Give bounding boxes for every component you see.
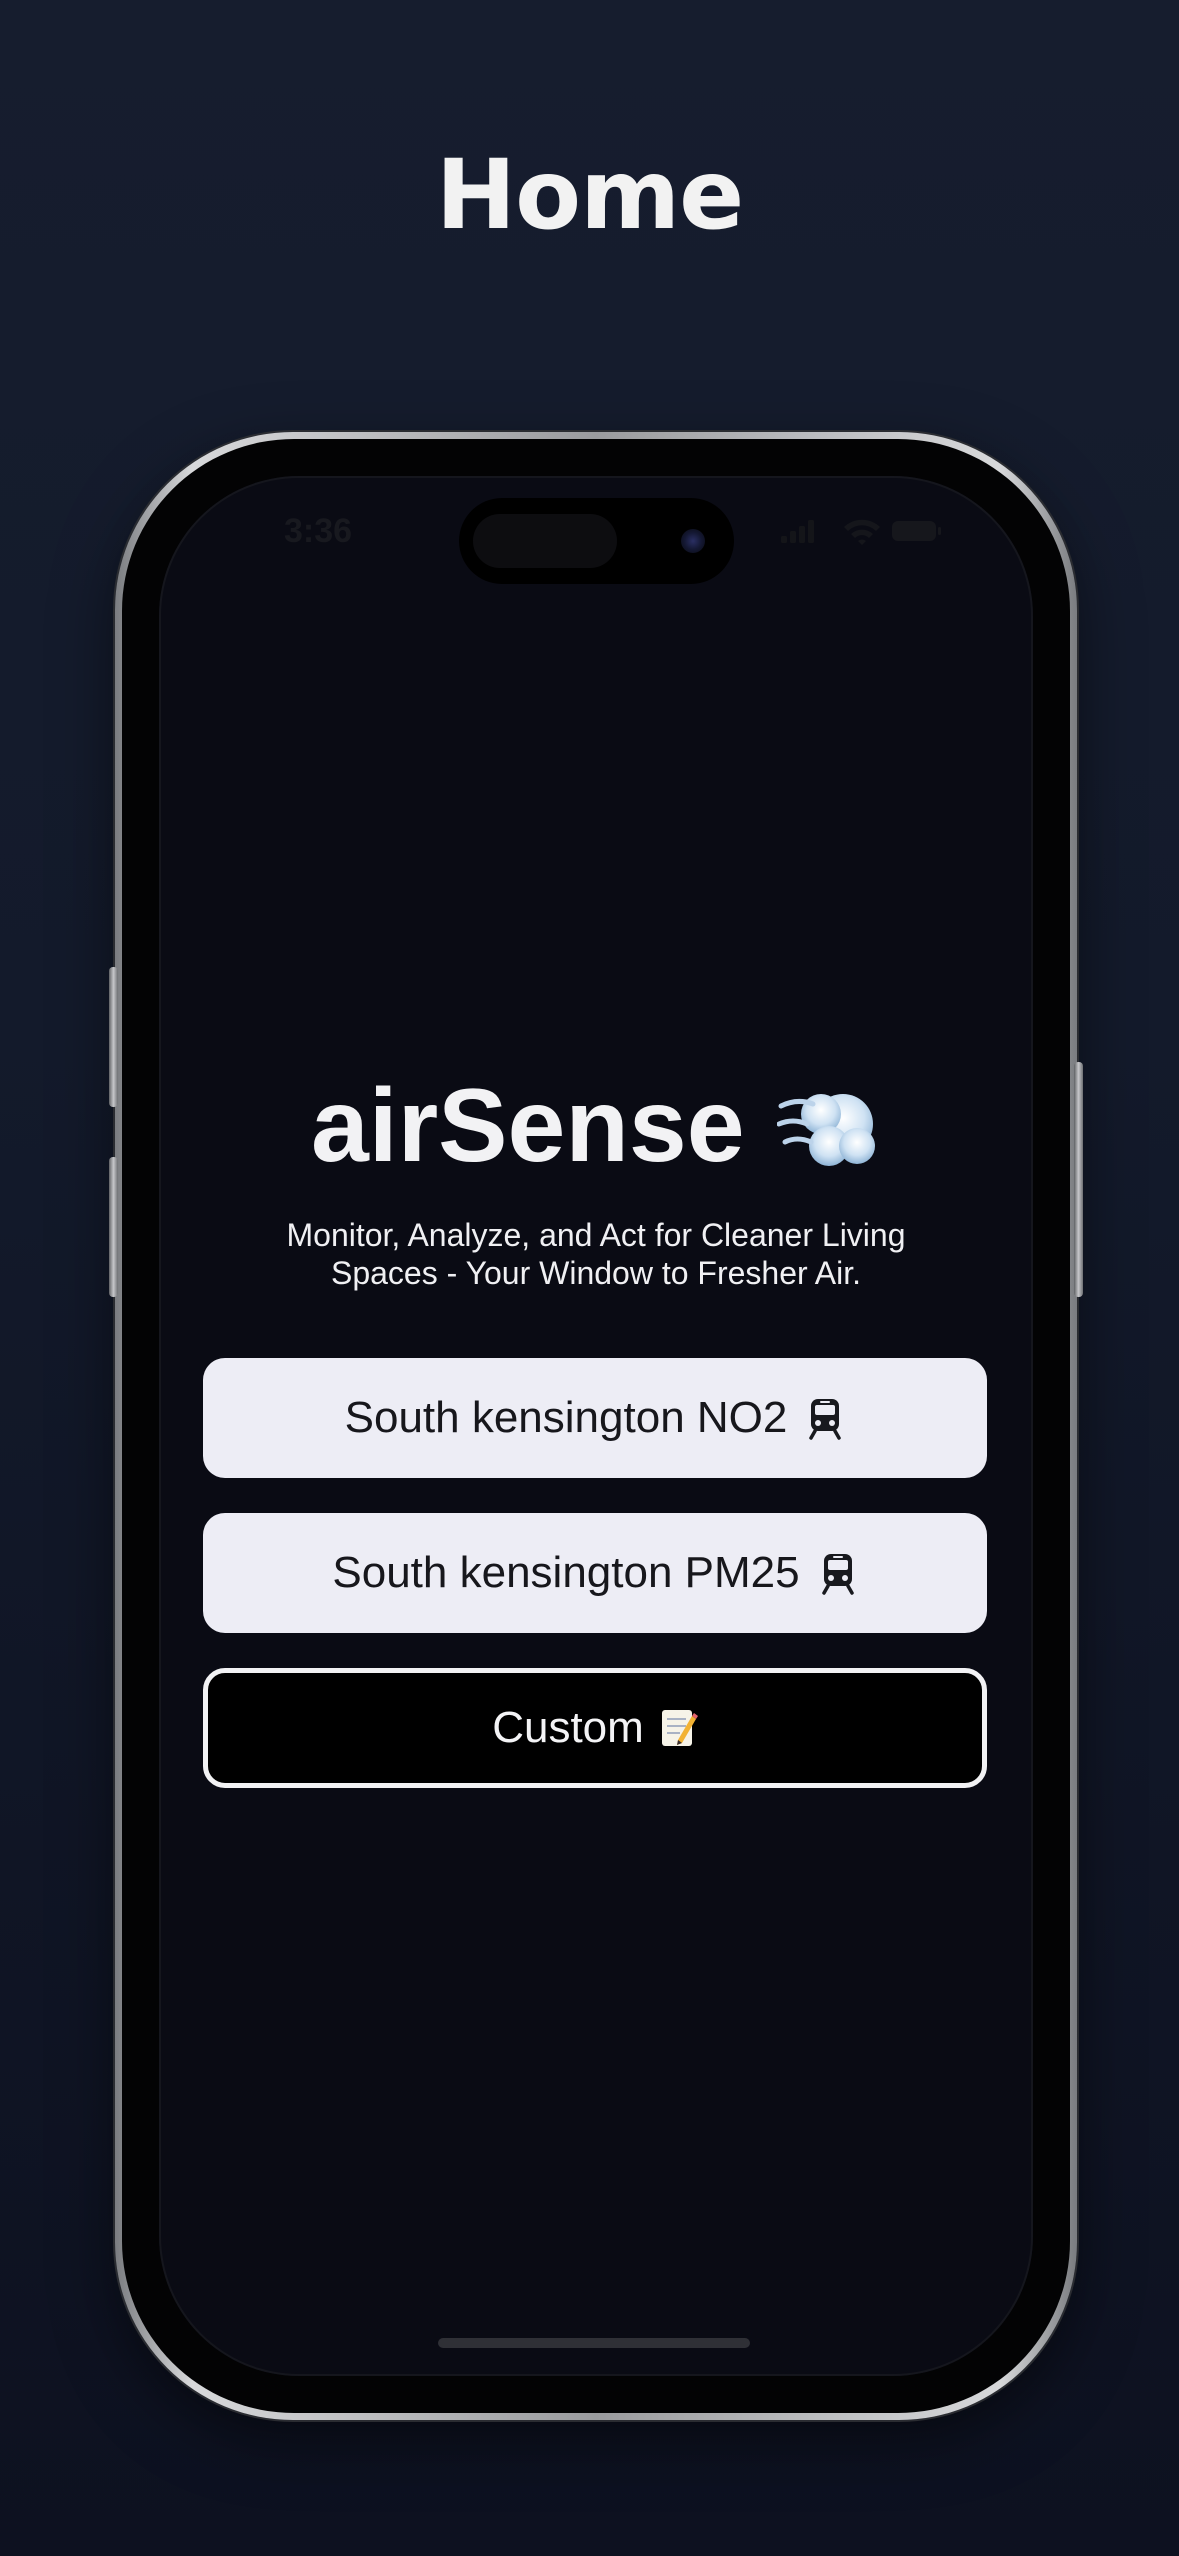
- home-indicator[interactable]: [438, 2338, 750, 2348]
- south-kensington-no2-button[interactable]: South kensington NO2: [203, 1358, 987, 1478]
- button-label: South kensington NO2: [344, 1393, 788, 1442]
- train-icon: [821, 1554, 854, 1595]
- power-button: [1074, 1062, 1083, 1297]
- app-content: airSense Monitor, Analyze, and Act for C…: [159, 476, 1033, 2376]
- volume-down-button: [109, 1157, 118, 1297]
- app-tagline: Monitor, Analyze, and Act for Cleaner Li…: [286, 1217, 906, 1291]
- page-title: Home: [435, 139, 744, 251]
- memo-icon: [661, 1710, 698, 1746]
- south-kensington-pm25-button[interactable]: South kensington PM25: [203, 1513, 987, 1633]
- app-header: airSense: [159, 1066, 1033, 1186]
- button-label: South kensington PM25: [332, 1548, 800, 1597]
- custom-button[interactable]: Custom: [203, 1668, 987, 1788]
- phone-screen: 3:36 airSense Monitor, Analyze, and Act …: [159, 476, 1033, 2376]
- phone-frame: 3:36 airSense Monitor, Analyze, and Act …: [109, 432, 1083, 2420]
- train-icon: [809, 1399, 842, 1440]
- dashing-away-cloud-icon: [777, 1094, 876, 1166]
- app-title: airSense: [310, 1068, 745, 1184]
- button-label: Custom: [492, 1703, 644, 1752]
- volume-up-button: [109, 967, 118, 1107]
